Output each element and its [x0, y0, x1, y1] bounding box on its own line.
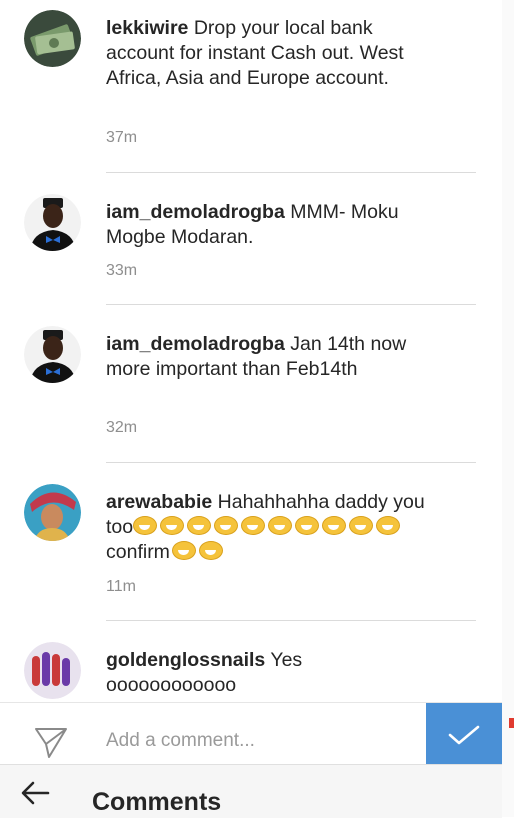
comment-username[interactable]: iam_demoladrogba: [106, 201, 285, 223]
avatar[interactable]: [24, 642, 81, 699]
avatar[interactable]: [24, 10, 81, 67]
comment-time: 37m: [106, 129, 138, 146]
avatar[interactable]: [24, 326, 81, 383]
edge-marker: [509, 718, 514, 728]
post-comment-button[interactable]: [426, 703, 502, 765]
comments-list[interactable]: lekkiwire Drop your local bank account f…: [0, 0, 502, 702]
page-title: Comments: [92, 788, 222, 816]
comment-time: 33m: [106, 262, 138, 279]
checkmark-icon: [448, 725, 480, 745]
laughing-emoji-icon: [171, 541, 196, 560]
laughing-emoji-icon: [376, 516, 401, 535]
avatar[interactable]: [24, 194, 81, 251]
comment-composer: [0, 702, 502, 765]
comment-time: 32m: [106, 419, 138, 436]
comment-body-continued: confirm: [106, 541, 170, 563]
comment-text: iam_demoladrogba Jan 14th now more impor…: [106, 332, 436, 382]
comments-header-bar: Comments: [0, 764, 502, 818]
laughing-emoji-icon: [198, 541, 223, 560]
comment-text: arewababie Hahahhahha daddy you tooconfi…: [106, 490, 436, 565]
laughing-emoji-icon: [214, 516, 239, 535]
laughing-emoji-icon: [241, 516, 266, 535]
comment-time: 11m: [106, 578, 136, 595]
comment-username[interactable]: goldenglossnails: [106, 649, 265, 671]
divider: [106, 172, 476, 173]
comment-input[interactable]: [106, 725, 406, 757]
comment-text: iam_demoladrogba MMM- Moku Mogbe Modaran…: [106, 200, 436, 250]
comment-text: lekkiwire Drop your local bank account f…: [106, 16, 436, 91]
divider: [106, 620, 476, 621]
back-arrow-icon[interactable]: [18, 779, 54, 807]
comment-username[interactable]: arewababie: [106, 491, 212, 513]
laughing-emoji-icon: [268, 516, 293, 535]
divider: [106, 462, 476, 463]
comments-screen: lekkiwire Drop your local bank account f…: [0, 0, 503, 818]
laughing-emoji-icon: [295, 516, 320, 535]
comment-username[interactable]: iam_demoladrogba: [106, 333, 285, 355]
comment-username[interactable]: lekkiwire: [106, 17, 188, 39]
avatar[interactable]: [24, 484, 81, 541]
scroll-edge: [502, 0, 514, 817]
laughing-emoji-icon: [322, 516, 347, 535]
laughing-emoji-icon: [160, 516, 185, 535]
paper-plane-icon[interactable]: [33, 724, 69, 760]
laughing-emoji-icon: [187, 516, 212, 535]
laughing-emoji-icon: [133, 516, 158, 535]
laughing-emoji-icon: [349, 516, 374, 535]
comment-text: goldenglossnails Yes oooooooooooo: [106, 648, 436, 698]
divider: [106, 304, 476, 305]
